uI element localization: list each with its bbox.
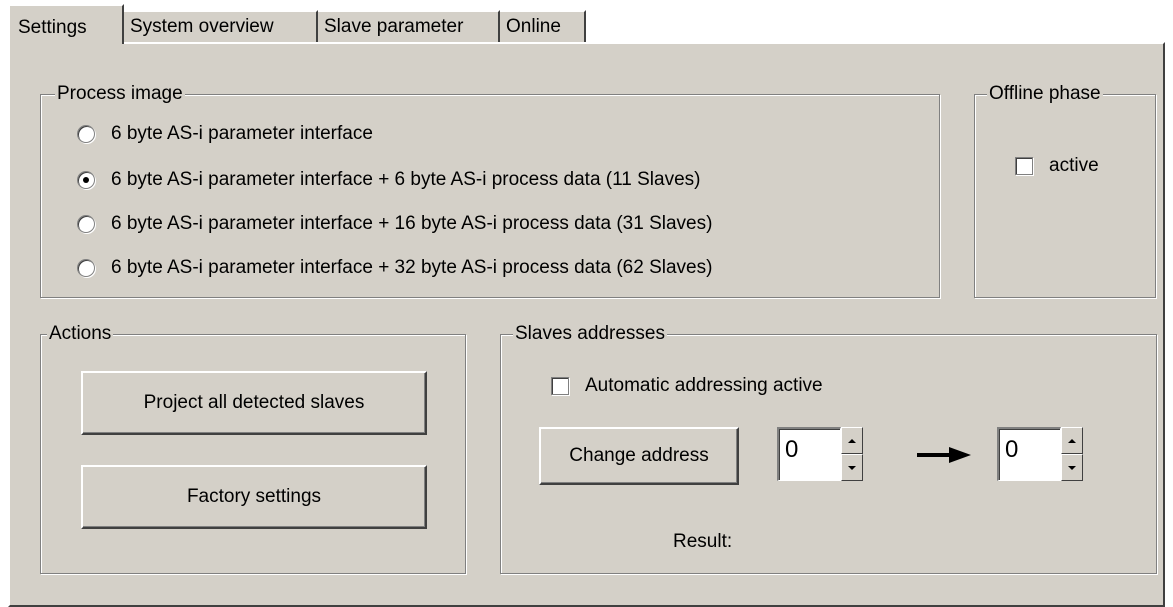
process-image-option-4-label: 6 byte AS-i parameter interface + 32 byt… xyxy=(111,257,713,278)
factory-settings-button[interactable]: Factory settings xyxy=(81,465,427,529)
arrow-up-icon xyxy=(1068,438,1076,443)
tab-settings[interactable]: Settings xyxy=(8,4,124,44)
tab-settings-label: Settings xyxy=(18,17,87,38)
tab-online[interactable]: Online xyxy=(498,10,586,42)
arrow-right-icon xyxy=(917,447,971,463)
radio-button-icon xyxy=(77,125,95,143)
change-address-button[interactable]: Change address xyxy=(539,427,739,485)
slaves-addresses-title: Slaves addresses xyxy=(513,323,667,345)
from-address-decrement[interactable] xyxy=(841,454,863,481)
slaves-addresses-group: Slaves addresses Automatic addressing ac… xyxy=(500,323,1157,574)
actions-title: Actions xyxy=(47,323,114,345)
arrow-up-icon xyxy=(848,438,856,443)
from-address-increment[interactable] xyxy=(841,427,863,454)
settings-panel: Process image 6 byte AS-i parameter inte… xyxy=(8,42,1165,607)
radio-button-checked-icon xyxy=(77,171,95,189)
tab-system-overview-label: System overview xyxy=(130,16,274,37)
offline-active-checkbox[interactable]: active xyxy=(1015,155,1099,177)
radio-button-icon xyxy=(77,259,95,277)
process-image-option-3[interactable]: 6 byte AS-i parameter interface + 16 byt… xyxy=(77,213,712,235)
offline-phase-title: Offline phase xyxy=(987,83,1103,105)
checkbox-icon xyxy=(551,377,569,395)
process-image-option-3-label: 6 byte AS-i parameter interface + 16 byt… xyxy=(111,213,713,234)
radio-button-icon xyxy=(77,215,95,233)
automatic-addressing-checkbox[interactable]: Automatic addressing active xyxy=(551,375,823,397)
project-all-slaves-button[interactable]: Project all detected slaves xyxy=(81,371,427,435)
arrow-down-icon xyxy=(848,465,856,470)
actions-group: Actions Project all detected slaves Fact… xyxy=(40,323,466,574)
from-address-spinner: 0 xyxy=(777,427,863,481)
arrow-down-icon xyxy=(1068,465,1076,470)
tab-slave-parameter-label: Slave parameter xyxy=(324,16,464,37)
result-label: Result: xyxy=(673,531,733,552)
to-address-input[interactable]: 0 xyxy=(997,427,1061,481)
checkbox-icon xyxy=(1015,157,1033,175)
tab-online-label: Online xyxy=(506,16,561,37)
process-image-option-4[interactable]: 6 byte AS-i parameter interface + 32 byt… xyxy=(77,257,712,279)
from-address-input[interactable]: 0 xyxy=(777,427,841,481)
process-image-title: Process image xyxy=(55,83,185,105)
to-address-spinner: 0 xyxy=(997,427,1083,481)
automatic-addressing-label: Automatic addressing active xyxy=(585,375,823,396)
tab-bar: Online Slave parameter System overview S… xyxy=(8,0,1173,44)
tab-system-overview[interactable]: System overview xyxy=(122,10,318,42)
process-image-option-1[interactable]: 6 byte AS-i parameter interface xyxy=(77,123,373,145)
offline-phase-group: Offline phase active xyxy=(974,83,1156,298)
offline-active-label: active xyxy=(1049,155,1099,176)
process-image-group: Process image 6 byte AS-i parameter inte… xyxy=(40,83,940,298)
process-image-option-1-label: 6 byte AS-i parameter interface xyxy=(111,123,373,144)
to-address-decrement[interactable] xyxy=(1061,454,1083,481)
process-image-option-2-label: 6 byte AS-i parameter interface + 6 byte… xyxy=(111,169,701,190)
process-image-option-2[interactable]: 6 byte AS-i parameter interface + 6 byte… xyxy=(77,169,700,191)
tab-slave-parameter[interactable]: Slave parameter xyxy=(316,10,500,42)
to-address-increment[interactable] xyxy=(1061,427,1083,454)
